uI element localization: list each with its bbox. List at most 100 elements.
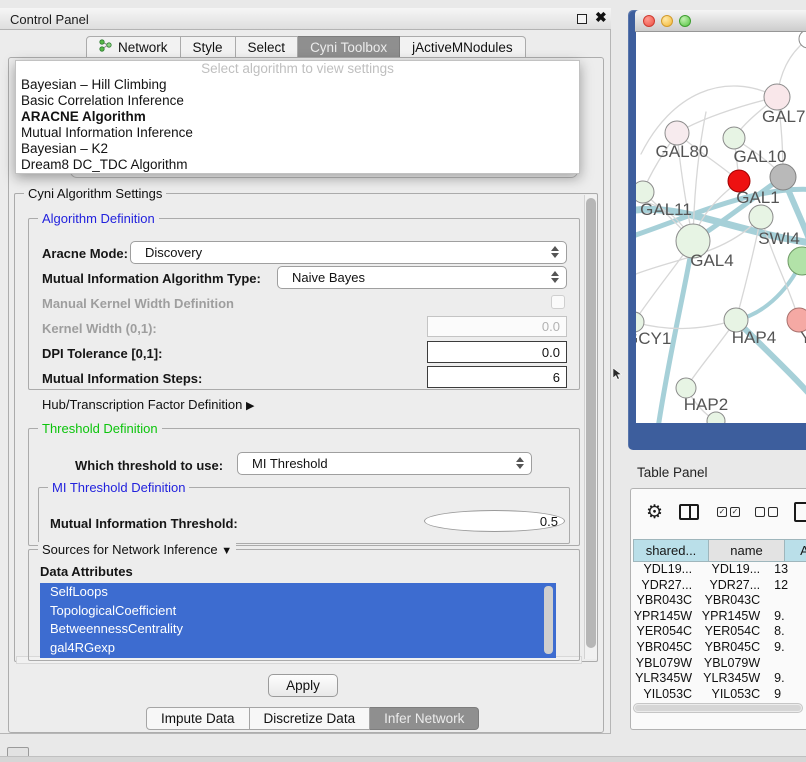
- table-cell: YBR045C: [701, 640, 769, 656]
- bottom-tabbar: Impute Data Discretize Data Infer Networ…: [146, 707, 479, 730]
- network-canvas[interactable]: GAL7GAL80GAL10GAL1GAL11SWI4GAL4GCY1HAP4Y…: [636, 32, 806, 423]
- expanded-arrow-icon: ▼: [221, 545, 232, 557]
- minimize-traffic-light-icon[interactable]: [661, 15, 673, 27]
- screen: Control Panel ✖ Network Style Select Cyn…: [0, 0, 806, 762]
- network-node-label: GAL1: [736, 188, 779, 207]
- network-node[interactable]: [770, 164, 796, 190]
- attribute-list-item[interactable]: gal4RGexp: [40, 639, 556, 658]
- float-window-icon[interactable]: [577, 14, 587, 24]
- attribute-list-item[interactable]: BetweennessCentrality: [40, 620, 556, 639]
- control-panel-tabbar: Network Style Select Cyni Toolbox jActiv…: [86, 36, 526, 58]
- table-cell: YBR045C: [633, 640, 701, 656]
- table-row[interactable]: YER054CYER054C8.: [633, 624, 805, 640]
- table-row[interactable]: YIL053CYIL053C9: [633, 687, 805, 703]
- column-header-name[interactable]: name: [709, 539, 785, 562]
- stepper-arrows-icon: [551, 246, 559, 258]
- manual-kernel-checkbox: [551, 295, 565, 309]
- apply-button[interactable]: Apply: [268, 674, 338, 697]
- mi-type-value: Naive Bayes: [292, 270, 365, 285]
- network-node[interactable]: [788, 247, 806, 275]
- mi-steps-field[interactable]: [427, 366, 567, 388]
- kernel-width-field: [427, 316, 567, 337]
- tab-infer-network-label: Infer Network: [384, 711, 464, 726]
- tab-jactivemnodules-label: jActiveMNodules: [412, 40, 513, 55]
- tab-select[interactable]: Select: [236, 36, 299, 58]
- kernel-width-label: Kernel Width (0,1):: [42, 321, 157, 336]
- scrollbar-thumb[interactable]: [635, 705, 801, 711]
- column-header-cut[interactable]: A: [785, 539, 806, 562]
- table-row[interactable]: YPR145WYPR145W9.: [633, 609, 805, 625]
- which-threshold-combo[interactable]: MI Threshold: [237, 452, 532, 475]
- mi-type-combo[interactable]: Naive Bayes: [277, 266, 567, 289]
- close-icon[interactable]: ✖: [595, 9, 607, 26]
- manual-kernel-label: Manual Kernel Width Definition: [42, 296, 234, 311]
- table-cell: YDL19...: [633, 562, 701, 578]
- network-window-titlebar[interactable]: [635, 10, 806, 32]
- tab-style[interactable]: Style: [181, 36, 236, 58]
- close-traffic-light-icon[interactable]: [643, 15, 655, 27]
- settings-group-title: Cyni Algorithm Settings: [24, 186, 166, 201]
- dpi-tolerance-field[interactable]: [427, 341, 567, 363]
- table-cell: YER054C: [633, 624, 701, 640]
- network-node-label: SWI4: [758, 229, 800, 248]
- document-icon[interactable]: [794, 502, 806, 522]
- network-graph: GAL7GAL80GAL10GAL1GAL11SWI4GAL4GCY1HAP4Y…: [636, 32, 806, 423]
- table-cell: YBR043C: [701, 593, 769, 609]
- tab-infer-network[interactable]: Infer Network: [370, 707, 479, 730]
- mi-threshold-field[interactable]: [424, 510, 565, 532]
- network-node[interactable]: [723, 127, 745, 149]
- table-cell: 9: [769, 687, 805, 703]
- tab-impute-data-label: Impute Data: [161, 711, 235, 726]
- bottom-status-strip: [0, 756, 806, 762]
- sources-title-label: Sources for Network Inference: [42, 542, 218, 557]
- tab-select-label: Select: [248, 40, 286, 55]
- attribute-list-item[interactable]: TopologicalCoefficient: [40, 602, 556, 621]
- tab-network[interactable]: Network: [86, 36, 181, 58]
- hub-definition-toggle[interactable]: Hub/Transcription Factor Definition ▶: [42, 397, 254, 412]
- network-node-label: GAL80: [656, 142, 709, 161]
- algorithm-option[interactable]: Basic Correlation Inference: [16, 93, 579, 109]
- data-attributes-list: SelfLoopsTopologicalCoefficientBetweenne…: [40, 583, 556, 658]
- algorithm-option[interactable]: Dream8 DC_TDC Algorithm: [16, 157, 579, 173]
- tab-cyni-toolbox[interactable]: Cyni Toolbox: [298, 36, 400, 58]
- table-cell: YDR27...: [633, 578, 701, 594]
- settings-vertical-scrollbar[interactable]: [584, 195, 597, 659]
- tab-discretize-data[interactable]: Discretize Data: [250, 707, 371, 730]
- table-cell: 12: [769, 578, 805, 594]
- algorithm-option[interactable]: Bayesian – K2: [16, 141, 579, 157]
- algorithm-dropdown-placeholder: Select algorithm to view settings: [16, 61, 579, 77]
- mouse-cursor: [613, 368, 623, 380]
- sources-group-title[interactable]: Sources for Network Inference ▼: [38, 542, 236, 557]
- network-node[interactable]: [749, 205, 773, 229]
- network-node-label: GAL10: [734, 147, 787, 166]
- hub-definition-label: Hub/Transcription Factor Definition: [42, 397, 242, 412]
- table-cell: YPR145W: [633, 609, 701, 625]
- aracne-mode-combo[interactable]: Discovery: [130, 241, 567, 264]
- table-row[interactable]: YBR045CYBR045C9.: [633, 640, 805, 656]
- checked-checkbox-pair-icon[interactable]: ✓✓: [717, 507, 740, 517]
- algorithm-option[interactable]: ARACNE Algorithm: [16, 109, 579, 125]
- table-cell: YBL079W: [633, 656, 701, 672]
- tab-jactivemnodules[interactable]: jActiveMNodules: [400, 36, 526, 58]
- algorithm-option[interactable]: Mutual Information Inference: [16, 125, 579, 141]
- gear-icon[interactable]: ⚙: [646, 501, 663, 524]
- table-row[interactable]: YBR043CYBR043C: [633, 593, 805, 609]
- algorithm-option[interactable]: Bayesian – Hill Climbing: [16, 77, 579, 93]
- attribute-list-item[interactable]: SelfLoops: [40, 583, 556, 602]
- split-columns-icon[interactable]: [679, 504, 699, 520]
- attributes-scrollbar-thumb[interactable]: [544, 586, 553, 654]
- table-row[interactable]: YLR345WYLR345W9.: [633, 671, 805, 687]
- scrollbar-thumb[interactable]: [586, 198, 596, 648]
- control-panel-title: Control Panel: [10, 12, 89, 27]
- table-row[interactable]: YDL19...YDL19...13: [633, 562, 805, 578]
- column-header-shared-name[interactable]: shared...: [633, 539, 709, 562]
- table-row[interactable]: YBL079WYBL079W: [633, 656, 805, 672]
- table-horizontal-scrollbar[interactable]: [633, 703, 803, 713]
- tab-impute-data[interactable]: Impute Data: [146, 707, 250, 730]
- table-cell: 9.: [769, 671, 805, 687]
- table-row[interactable]: YDR27...YDR27...12: [633, 578, 805, 594]
- unchecked-checkbox-pair-icon[interactable]: [755, 507, 778, 517]
- network-node-label: GCY1: [636, 329, 671, 348]
- threshold-definition-title: Threshold Definition: [38, 421, 162, 436]
- zoom-traffic-light-icon[interactable]: [679, 15, 691, 27]
